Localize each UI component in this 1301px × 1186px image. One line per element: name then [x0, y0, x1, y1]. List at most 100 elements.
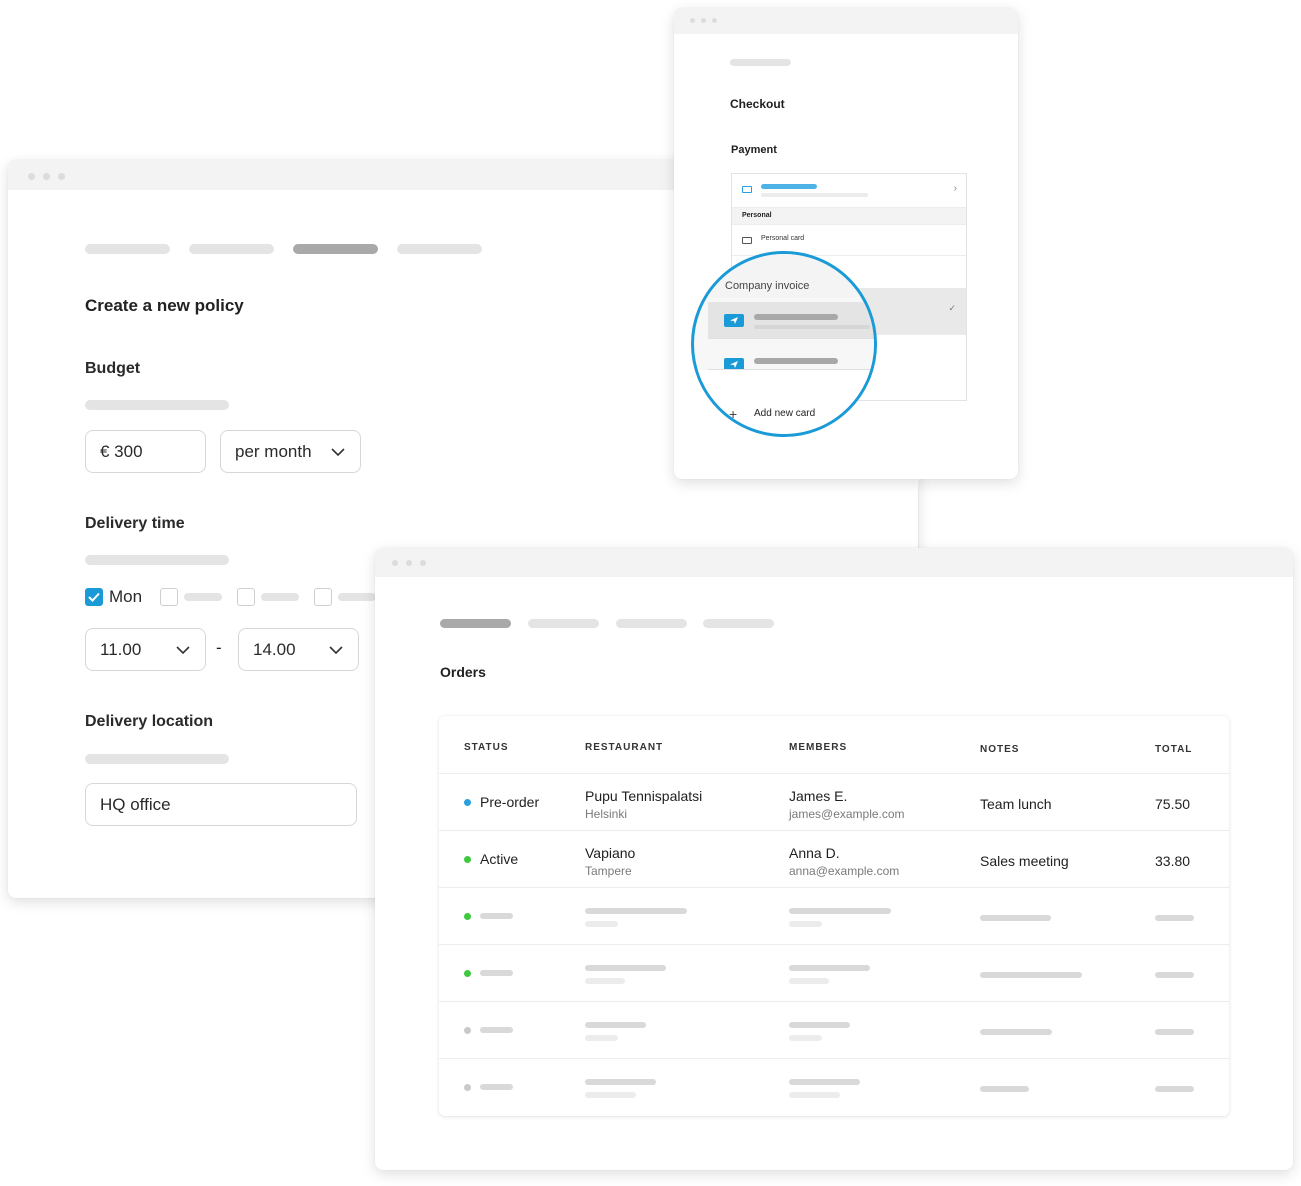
- member-email: anna@example.com: [789, 864, 900, 878]
- table-row[interactable]: Active Vapiano Tampere Anna D. anna@exam…: [439, 830, 1229, 887]
- notes-placeholder: [980, 972, 1082, 978]
- personal-card-row[interactable]: Personal card: [732, 225, 966, 256]
- member-placeholder: [789, 1022, 850, 1028]
- day-label-placeholder: [338, 593, 376, 601]
- window-minimize-dot[interactable]: [701, 18, 706, 23]
- total-placeholder: [1155, 972, 1194, 978]
- status-dot: [464, 1027, 471, 1034]
- orders-tab-1-active[interactable]: [440, 619, 511, 628]
- chevron-down-icon: [330, 447, 346, 457]
- company-invoice-label: Company invoice: [725, 280, 810, 292]
- restaurant-city: Helsinki: [585, 807, 628, 821]
- column-header-total[interactable]: TOTAL: [1155, 744, 1192, 755]
- day-checkbox-3[interactable]: [237, 588, 255, 606]
- payment-name-placeholder: [761, 184, 817, 189]
- restaurant-name: Pupu Tennispalatsi: [585, 788, 703, 804]
- delivery-location-description-placeholder: [85, 754, 229, 764]
- step-indicator-1[interactable]: [85, 244, 170, 254]
- window-close-dot[interactable]: [28, 173, 35, 180]
- personal-card-label: Personal card: [761, 235, 805, 242]
- day-checkbox-4[interactable]: [314, 588, 332, 606]
- magnifier-zoom-lens: Company invoice + Add new card: [691, 251, 877, 437]
- table-row-placeholder[interactable]: [439, 887, 1229, 944]
- orders-table: STATUS RESTAURANT MEMBERS NOTES TOTAL Pr…: [439, 716, 1229, 1116]
- delivery-location-label: Delivery location: [85, 713, 214, 730]
- member-sub-placeholder: [789, 1092, 840, 1098]
- total-placeholder: [1155, 915, 1194, 921]
- status-dot: [464, 913, 471, 920]
- step-indicator-2[interactable]: [189, 244, 274, 254]
- total-value: 75.50: [1155, 796, 1191, 812]
- invoice-name-placeholder: [754, 358, 838, 364]
- budget-period-value: per month: [235, 441, 312, 461]
- window-maximize-dot[interactable]: [712, 18, 717, 23]
- day-label-placeholder: [184, 593, 222, 601]
- window-minimize-dot[interactable]: [43, 173, 50, 180]
- window-maximize-dot[interactable]: [420, 560, 426, 566]
- restaurant-placeholder: [585, 965, 666, 971]
- status-dot: [464, 799, 471, 806]
- checkout-titlebar: [674, 8, 1018, 34]
- day-checkbox-mon[interactable]: [85, 588, 103, 606]
- step-indicator-4[interactable]: [397, 244, 482, 254]
- checkout-title: Checkout: [730, 97, 785, 111]
- time-end-value: 14.00: [253, 639, 296, 659]
- column-header-restaurant[interactable]: RESTAURANT: [585, 742, 663, 753]
- time-end-select[interactable]: 14.00: [238, 628, 359, 671]
- send-icon: [724, 314, 744, 327]
- status-text: Active: [480, 851, 519, 867]
- status-text: Pre-order: [480, 794, 540, 810]
- window-close-dot[interactable]: [690, 18, 695, 23]
- table-row-placeholder[interactable]: [439, 1001, 1229, 1058]
- step-indicator-3-active[interactable]: [293, 244, 378, 254]
- table-row[interactable]: Pre-order Pupu Tennispalatsi Helsinki Ja…: [439, 773, 1229, 830]
- total-placeholder: [1155, 1029, 1194, 1035]
- window-maximize-dot[interactable]: [58, 173, 65, 180]
- add-new-card-link[interactable]: Add new card: [754, 408, 815, 419]
- add-icon[interactable]: +: [729, 406, 737, 422]
- member-sub-placeholder: [789, 1035, 822, 1041]
- restaurant-sub-placeholder: [585, 1092, 636, 1098]
- delivery-location-input[interactable]: HQ office: [85, 783, 357, 826]
- table-row-placeholder[interactable]: [439, 944, 1229, 1001]
- notes-text: Sales meeting: [980, 853, 1069, 869]
- total-value: 33.80: [1155, 853, 1191, 869]
- member-placeholder: [789, 908, 891, 914]
- orders-window: Orders STATUS RESTAURANT MEMBERS NOTES T…: [375, 548, 1293, 1170]
- restaurant-placeholder: [585, 908, 687, 914]
- window-minimize-dot[interactable]: [406, 560, 412, 566]
- payment-label: Payment: [731, 144, 777, 156]
- invoice-name-placeholder: [754, 314, 838, 320]
- member-sub-placeholder: [789, 921, 822, 927]
- delivery-time-description-placeholder: [85, 555, 229, 565]
- column-header-notes[interactable]: NOTES: [980, 744, 1019, 755]
- column-header-status[interactable]: STATUS: [464, 742, 509, 753]
- restaurant-city: Tampere: [585, 864, 632, 878]
- restaurant-sub-placeholder: [585, 921, 618, 927]
- chevron-right-icon: ›: [953, 183, 957, 194]
- window-close-dot[interactable]: [392, 560, 398, 566]
- restaurant-placeholder: [585, 1079, 656, 1085]
- restaurant-sub-placeholder: [585, 1035, 618, 1041]
- orders-tab-2[interactable]: [528, 619, 599, 628]
- delivery-time-label: Delivery time: [85, 515, 185, 532]
- budget-period-select[interactable]: per month: [220, 430, 361, 473]
- time-start-select[interactable]: 11.00: [85, 628, 206, 671]
- status-placeholder: [480, 1027, 513, 1033]
- restaurant-placeholder: [585, 1022, 646, 1028]
- chevron-down-icon: [328, 645, 344, 655]
- connector-line: [918, 479, 919, 549]
- status-placeholder: [480, 970, 513, 976]
- restaurant-sub-placeholder: [585, 978, 625, 984]
- budget-amount-input[interactable]: € 300: [85, 430, 206, 473]
- orders-tab-3[interactable]: [616, 619, 687, 628]
- notes-placeholder: [980, 1029, 1052, 1035]
- budget-amount-value: € 300: [100, 441, 143, 461]
- budget-description-placeholder: [85, 400, 229, 410]
- column-header-members[interactable]: MEMBERS: [789, 742, 847, 753]
- chevron-down-icon: [175, 645, 191, 655]
- orders-tab-4[interactable]: [703, 619, 774, 628]
- selected-payment-row[interactable]: ›: [732, 174, 966, 208]
- day-checkbox-2[interactable]: [160, 588, 178, 606]
- table-row-placeholder[interactable]: [439, 1058, 1229, 1115]
